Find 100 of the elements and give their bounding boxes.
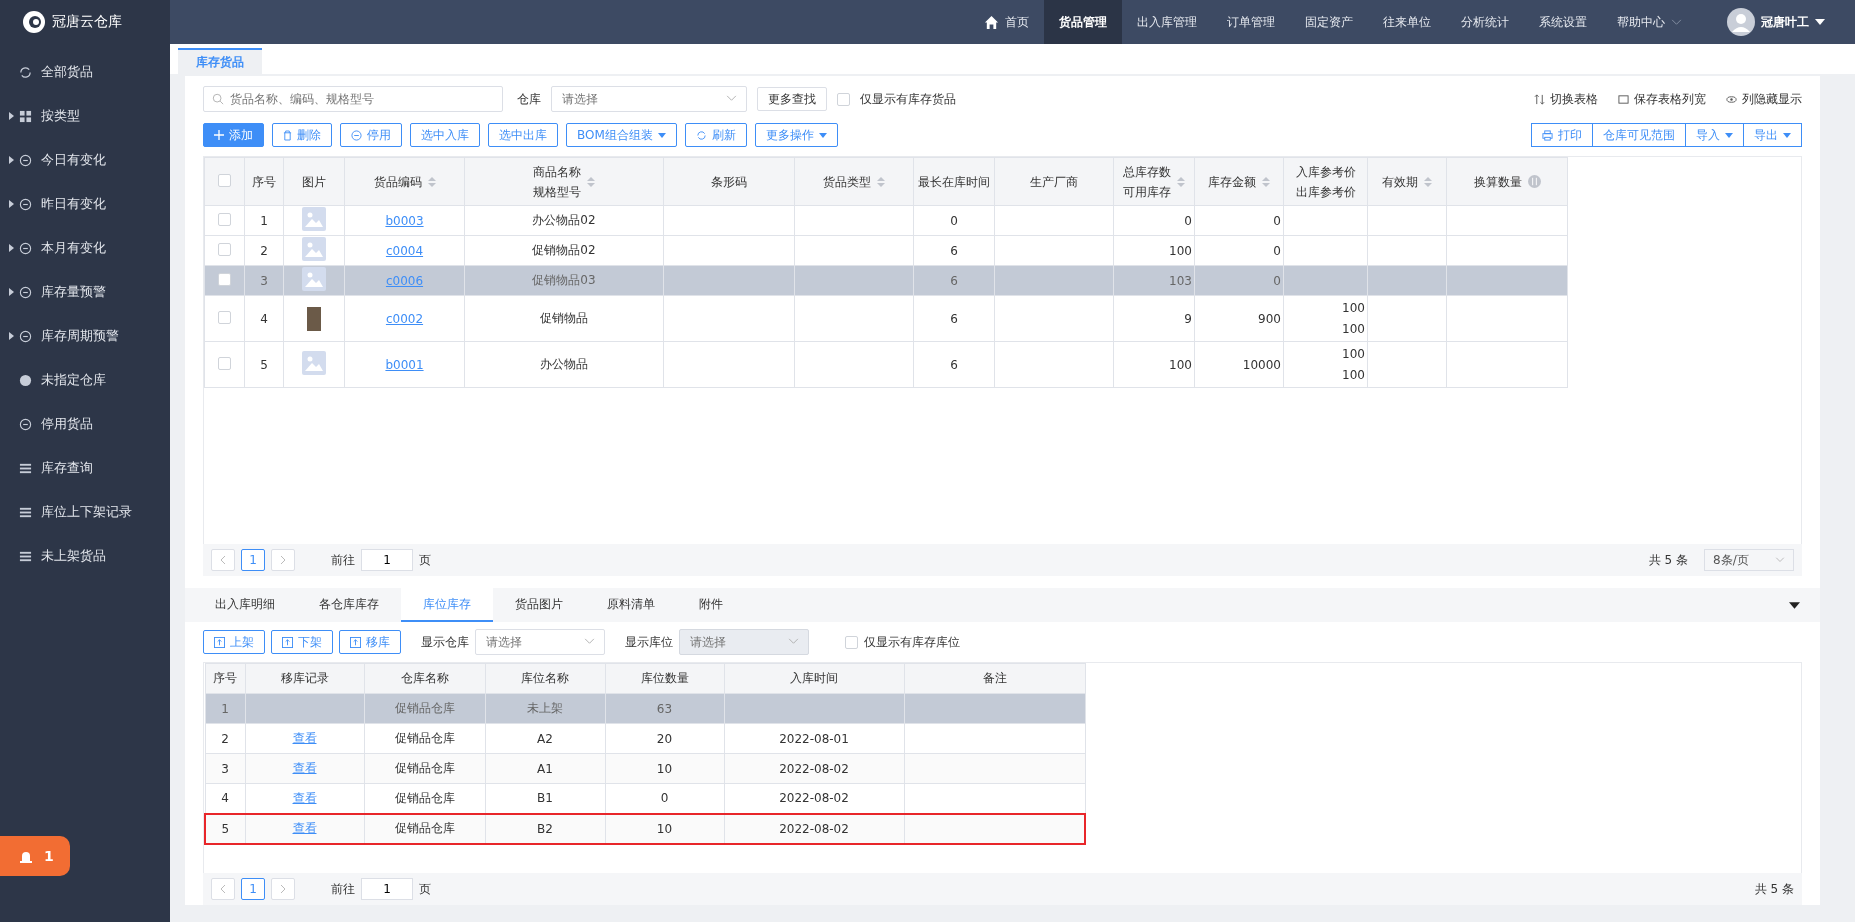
prev-page-button[interactable] [211, 549, 235, 571]
next-page-button[interactable] [271, 549, 295, 571]
next-page-button[interactable] [271, 878, 295, 900]
nav-tab[interactable]: 往来单位 [1368, 0, 1446, 44]
warehouse-select[interactable]: 请选择 [475, 629, 605, 655]
row-checkbox[interactable] [218, 272, 231, 286]
nav-tab[interactable]: 分析统计 [1446, 0, 1524, 44]
table-row[interactable]: 2 查看 促销品仓库 A2 20 2022-08-01 [205, 723, 1085, 754]
photo-placeholder [307, 306, 321, 331]
column-header: 序号 [213, 671, 237, 685]
column-header: 商品名称 规格型号 [533, 163, 581, 201]
row-checkbox[interactable] [218, 242, 231, 256]
page-size-select[interactable]: 8条/页 [1704, 549, 1794, 571]
toolbar-button[interactable]: 移库 [339, 630, 401, 654]
more-search-button[interactable]: 更多查找 [757, 87, 827, 111]
table-row[interactable]: 3 查看 促销品仓库 A1 10 2022-08-02 [205, 753, 1085, 784]
select-all-checkbox[interactable] [218, 173, 231, 187]
total-count: 共 5 条 [1754, 880, 1794, 898]
view-link[interactable]: 切换表格 [1534, 90, 1598, 108]
toolbar-button[interactable]: 仓库可见范围 [1592, 123, 1686, 147]
search-field[interactable]: 货品名称、编码、规格型号 [203, 86, 503, 112]
detail-tab[interactable]: 附件 [677, 588, 745, 622]
view-link[interactable]: 列隐藏显示 [1726, 90, 1802, 108]
sort-icon[interactable] [1262, 175, 1270, 188]
sidebar-item[interactable]: 今日有变化 [0, 138, 170, 182]
nav-tab[interactable]: 订单管理 [1212, 0, 1290, 44]
sort-icon[interactable] [1177, 175, 1185, 188]
shelf-icon [350, 636, 361, 648]
table-cell: 1 [221, 701, 229, 716]
nav-tab[interactable]: 首页 [969, 0, 1044, 44]
sidebar-item[interactable]: 库位上下架记录 [0, 490, 170, 534]
sidebar-item[interactable]: 未上架货品 [0, 534, 170, 578]
column-header: 入库参考价 出库参考价 [1295, 163, 1356, 201]
column-header: 生产厂商 [1030, 173, 1078, 191]
row-checkbox[interactable] [218, 212, 231, 226]
sidebar-item[interactable]: 昨日有变化 [0, 182, 170, 226]
table-row[interactable]: 4 c0002 促销物品 6 9 900 100 100 [204, 295, 1568, 342]
prev-page-button[interactable] [211, 878, 235, 900]
sidebar-item[interactable]: 库存周期预警 [0, 314, 170, 358]
detail-tab[interactable]: 出入库明细 [193, 588, 297, 622]
warehouse-label: 仓库 [517, 90, 541, 108]
table-row[interactable]: 5 查看 促销品仓库 B2 10 2022-08-02 [205, 813, 1085, 844]
table-row[interactable]: 1 b0003 办公物品02 0 0 0 [204, 205, 1568, 236]
table-row[interactable]: 1 促销品仓库 未上架 63 [205, 693, 1085, 724]
toolbar-button[interactable]: 选中入库 [410, 123, 480, 147]
caret-icon [1783, 132, 1791, 138]
menu-icon [19, 549, 32, 563]
nav-tab[interactable]: 固定资产 [1290, 0, 1368, 44]
sort-icon[interactable] [877, 175, 885, 188]
table-cell: B2 [537, 821, 553, 836]
table-cell: 2 [260, 243, 268, 258]
toolbar-button[interactable]: 导入 [1685, 123, 1744, 147]
caret-icon [818, 132, 827, 138]
avatar-icon [1727, 8, 1755, 36]
sidebar-item[interactable]: 全部货品 [0, 50, 170, 94]
detail-tab[interactable]: 原料清单 [585, 588, 677, 622]
table-cell: 10 [656, 821, 673, 836]
chevron-down-icon [1671, 18, 1682, 26]
sidebar-item[interactable]: 未指定仓库 [0, 358, 170, 402]
table-cell: 0 [1184, 213, 1192, 228]
sort-icon[interactable] [427, 175, 436, 188]
sidebar-item[interactable]: 本月有变化 [0, 226, 170, 270]
sidebar-item[interactable]: 库存查询 [0, 446, 170, 490]
sidebar-item[interactable]: 库存量预警 [0, 270, 170, 314]
collapse-icon[interactable] [1789, 601, 1800, 609]
checkbox[interactable] [837, 92, 850, 106]
sort-toggle-icon[interactable] [1527, 175, 1541, 188]
page-input[interactable]: 1 [361, 549, 413, 571]
column-header: 备注 [982, 671, 1007, 685]
detail-tab[interactable]: 货品图片 [493, 588, 585, 622]
nav-tab[interactable]: 帮助中心 [1602, 0, 1697, 44]
toolbar-button[interactable]: 删除 [272, 123, 332, 147]
sidebar-item[interactable]: 按类型 [0, 94, 170, 138]
table-row[interactable]: 3 c0006 促销物品03 6 103 0 [204, 265, 1568, 296]
shelf-icon [282, 636, 293, 648]
image-placeholder-icon [302, 351, 326, 375]
toolbar-button[interactable]: 上架 [203, 630, 265, 654]
sort-icon[interactable] [587, 175, 595, 188]
table-row[interactable]: 2 c0004 促销物品02 6 100 0 [204, 235, 1568, 266]
view-link[interactable]: 保存表格列宽 [1618, 90, 1706, 108]
detail-tab[interactable]: 库位库存 [401, 588, 493, 622]
nav-tab[interactable]: 出入库管理 [1122, 0, 1212, 44]
sort-icon[interactable] [1424, 175, 1432, 188]
warehouse-select[interactable]: 请选择 [551, 86, 747, 112]
page-input[interactable]: 1 [361, 878, 413, 900]
sidebar-item[interactable]: 停用货品 [0, 402, 170, 446]
detail-tab[interactable]: 各仓库库存 [297, 588, 401, 622]
toolbar-button[interactable]: 刷新 [684, 123, 747, 147]
row-checkbox[interactable] [218, 310, 231, 324]
checkbox[interactable] [845, 635, 858, 649]
table-row[interactable]: 5 b0001 办公物品 6 100 10000 100 100 [204, 341, 1568, 388]
toolbar-button[interactable]: 打印 [1531, 123, 1593, 147]
nav-tab[interactable]: 系统设置 [1524, 0, 1602, 44]
user-menu[interactable]: 冠唐叶工 [1727, 8, 1825, 36]
row-checkbox[interactable] [218, 356, 231, 370]
nav-tab[interactable]: 货品管理 [1044, 0, 1122, 44]
table-cell: 103 [1169, 273, 1192, 288]
table-cell: 办公物品02 [532, 213, 596, 227]
table-cell: 2022-08-01 [779, 731, 849, 746]
table-cell: 未上架 [527, 701, 563, 715]
